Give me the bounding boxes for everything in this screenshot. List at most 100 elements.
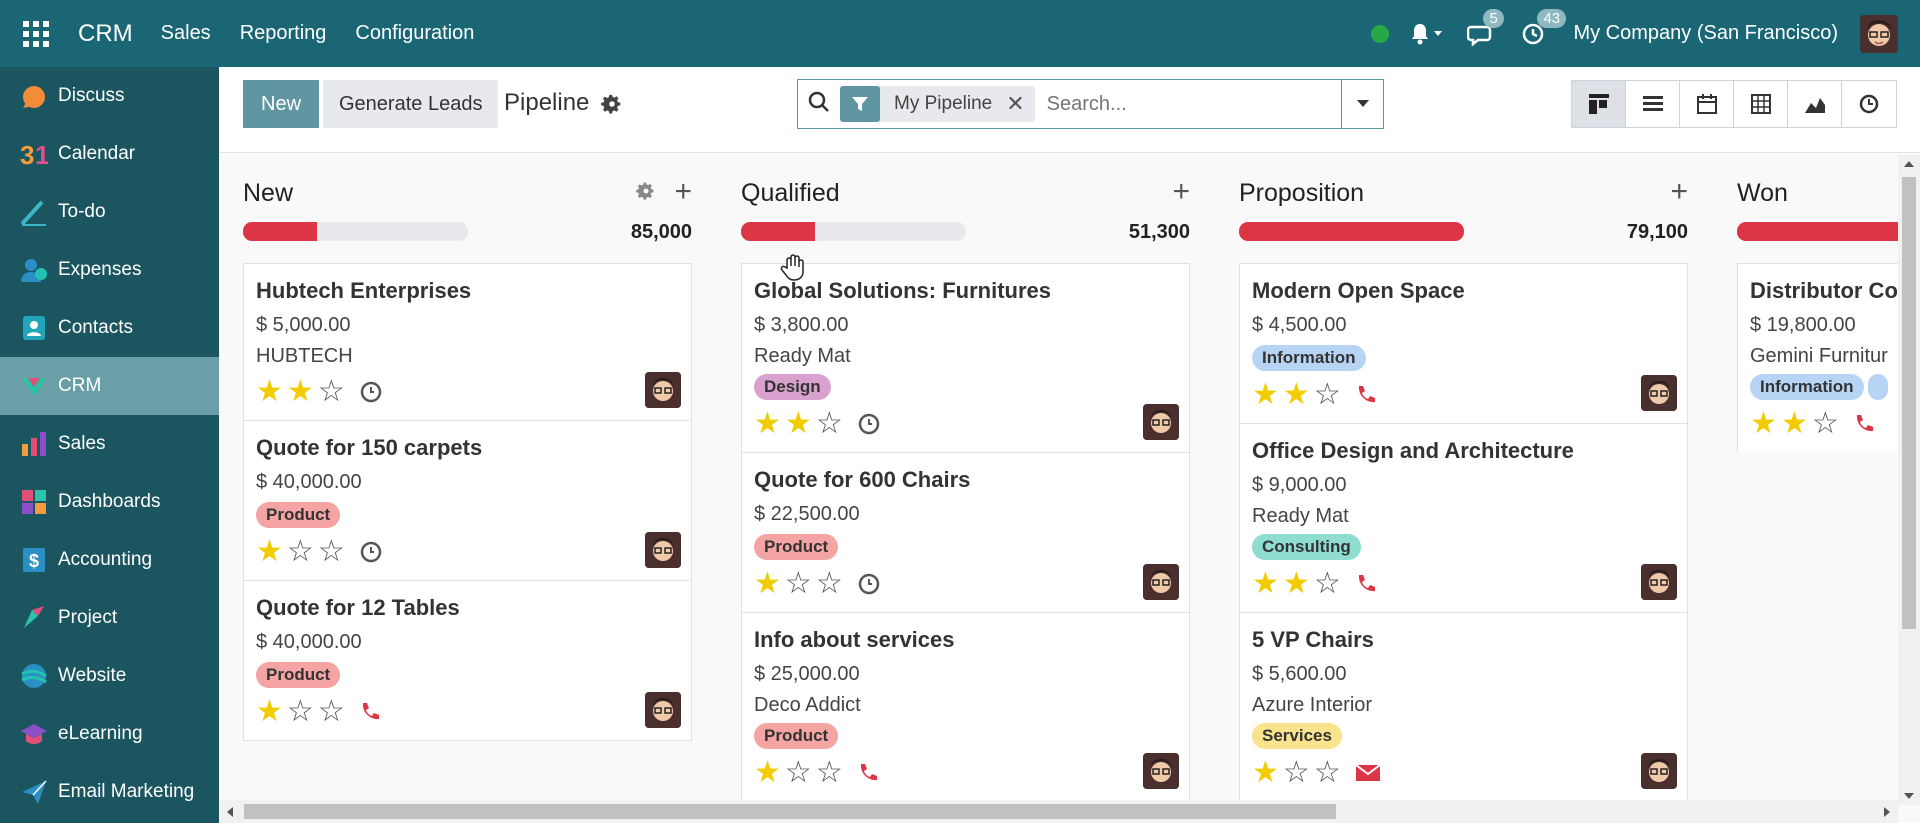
star-icon[interactable]: ★ [256, 377, 283, 407]
lead-card[interactable]: Global Solutions: Furnitures $ 3,800.00 … [741, 263, 1190, 453]
star-icon[interactable]: ★ [256, 537, 283, 567]
lead-card[interactable]: Quote for 150 carpets $ 40,000.00 Produc… [243, 420, 692, 581]
star-outline-icon[interactable]: ☆ [287, 537, 314, 567]
clock-icon[interactable] [857, 412, 881, 436]
phone-icon[interactable] [359, 701, 381, 723]
sidebar-item-email-marketing[interactable]: Email Marketing [0, 763, 219, 821]
facet-remove-icon[interactable]: ✕ [1006, 91, 1034, 117]
lead-card[interactable]: Info about services $ 25,000.00 Deco Add… [741, 612, 1190, 802]
pivot-view-button[interactable] [1734, 81, 1788, 127]
salesperson-avatar[interactable] [1641, 753, 1677, 789]
horizontal-scroll-thumb[interactable] [244, 804, 1336, 819]
column-progress-bar[interactable] [1737, 222, 1917, 241]
star-icon[interactable]: ★ [1283, 569, 1310, 599]
star-icon[interactable]: ★ [1252, 758, 1279, 788]
star-icon[interactable]: ★ [754, 569, 781, 599]
app-brand[interactable]: CRM [78, 20, 133, 48]
phone-icon[interactable] [1853, 413, 1875, 435]
star-icon[interactable]: ★ [1750, 409, 1777, 439]
star-icon[interactable]: ★ [1781, 409, 1808, 439]
star-outline-icon[interactable]: ☆ [1283, 758, 1310, 788]
horizontal-scrollbar[interactable] [219, 800, 1898, 823]
lead-card[interactable]: Quote for 600 Chairs $ 22,500.00 Product… [741, 452, 1190, 613]
sidebar-item-project[interactable]: Project [0, 589, 219, 647]
star-outline-icon[interactable]: ☆ [785, 758, 812, 788]
sidebar-item-elearning[interactable]: eLearning [0, 705, 219, 763]
lead-card[interactable]: Hubtech Enterprises $ 5,000.00 HUBTECH ★… [243, 263, 692, 421]
star-icon[interactable]: ★ [754, 758, 781, 788]
quick-create-icon[interactable]: + [1670, 175, 1688, 209]
list-view-button[interactable] [1626, 81, 1680, 127]
vertical-scroll-thumb[interactable] [1902, 177, 1916, 629]
star-outline-icon[interactable]: ☆ [287, 697, 314, 727]
sidebar-item-todo[interactable]: To-do [0, 183, 219, 241]
salesperson-avatar[interactable] [645, 532, 681, 568]
gear-icon[interactable] [601, 93, 623, 120]
menu-sales[interactable]: Sales [161, 22, 211, 45]
salesperson-avatar[interactable] [1143, 564, 1179, 600]
new-button[interactable]: New [243, 80, 320, 128]
column-gear-icon[interactable] [636, 181, 656, 206]
column-title[interactable]: Proposition [1239, 179, 1364, 208]
lead-card[interactable]: Distributor Co $ 19,800.00 Gemini Furnit… [1737, 263, 1917, 452]
sidebar-item-dashboards[interactable]: Dashboards [0, 473, 219, 531]
calendar-view-button[interactable] [1680, 81, 1734, 127]
star-outline-icon[interactable]: ☆ [318, 537, 345, 567]
online-status-icon[interactable] [1371, 24, 1390, 43]
salesperson-avatar[interactable] [1143, 753, 1179, 789]
user-avatar[interactable] [1860, 14, 1898, 53]
column-progress-bar[interactable] [1239, 222, 1464, 241]
column-title[interactable]: Won [1737, 179, 1788, 208]
star-icon[interactable]: ★ [1252, 569, 1279, 599]
star-icon[interactable]: ★ [1252, 380, 1279, 410]
star-outline-icon[interactable]: ☆ [1314, 758, 1341, 788]
activity-view-button[interactable] [1842, 81, 1896, 127]
sidebar-item-accounting[interactable]: $ Accounting [0, 531, 219, 589]
column-progress-bar[interactable] [243, 222, 468, 241]
star-outline-icon[interactable]: ☆ [816, 569, 843, 599]
column-title[interactable]: Qualified [741, 179, 840, 208]
salesperson-avatar[interactable] [645, 372, 681, 408]
menu-configuration[interactable]: Configuration [355, 22, 474, 45]
lead-card[interactable]: Office Design and Architecture $ 9,000.0… [1239, 423, 1688, 613]
clock-icon[interactable] [359, 540, 383, 564]
lead-card[interactable]: Quote for 12 Tables $ 40,000.00 Product … [243, 580, 692, 741]
search-options-toggle[interactable] [1342, 79, 1384, 129]
star-outline-icon[interactable]: ☆ [785, 569, 812, 599]
star-outline-icon[interactable]: ☆ [1812, 409, 1839, 439]
salesperson-avatar[interactable] [1143, 404, 1179, 440]
star-icon[interactable]: ★ [1283, 380, 1310, 410]
activities-icon[interactable]: 43 [1521, 8, 1567, 47]
sidebar-item-contacts[interactable]: Contacts [0, 299, 219, 357]
quick-create-icon[interactable]: + [674, 175, 692, 209]
sidebar-item-sales[interactable]: Sales [0, 415, 219, 473]
quick-create-icon[interactable]: + [1172, 175, 1190, 209]
salesperson-avatar[interactable] [1641, 564, 1677, 600]
phone-icon[interactable] [857, 762, 879, 784]
salesperson-avatar[interactable] [645, 692, 681, 728]
sidebar-item-expenses[interactable]: Expenses [0, 241, 219, 299]
company-switcher[interactable]: My Company (San Francisco) [1573, 22, 1838, 45]
clock-icon[interactable] [857, 572, 881, 596]
star-outline-icon[interactable]: ☆ [318, 377, 345, 407]
lead-card[interactable]: Modern Open Space $ 4,500.00 Information… [1239, 263, 1688, 424]
phone-icon[interactable] [1355, 573, 1377, 595]
vertical-scrollbar[interactable] [1898, 155, 1920, 805]
sidebar-item-discuss[interactable]: Discuss [0, 67, 219, 125]
lead-card[interactable]: 5 VP Chairs $ 5,600.00 Azure Interior Se… [1239, 612, 1688, 802]
sidebar-item-website[interactable]: Website [0, 647, 219, 705]
search-input[interactable] [1046, 92, 1247, 116]
star-icon[interactable]: ★ [256, 697, 283, 727]
star-outline-icon[interactable]: ☆ [816, 758, 843, 788]
envelope-icon[interactable] [1355, 763, 1381, 783]
menu-reporting[interactable]: Reporting [240, 22, 327, 45]
sidebar-item-crm[interactable]: CRM [0, 357, 219, 415]
messages-icon[interactable]: 5 [1467, 8, 1504, 47]
kanban-view-button[interactable] [1572, 81, 1626, 127]
star-outline-icon[interactable]: ☆ [318, 697, 345, 727]
app-menu-icon[interactable] [22, 20, 50, 48]
graph-view-button[interactable] [1788, 81, 1842, 127]
column-progress-bar[interactable] [741, 222, 966, 241]
star-icon[interactable]: ★ [785, 409, 812, 439]
phone-icon[interactable] [1355, 384, 1377, 406]
